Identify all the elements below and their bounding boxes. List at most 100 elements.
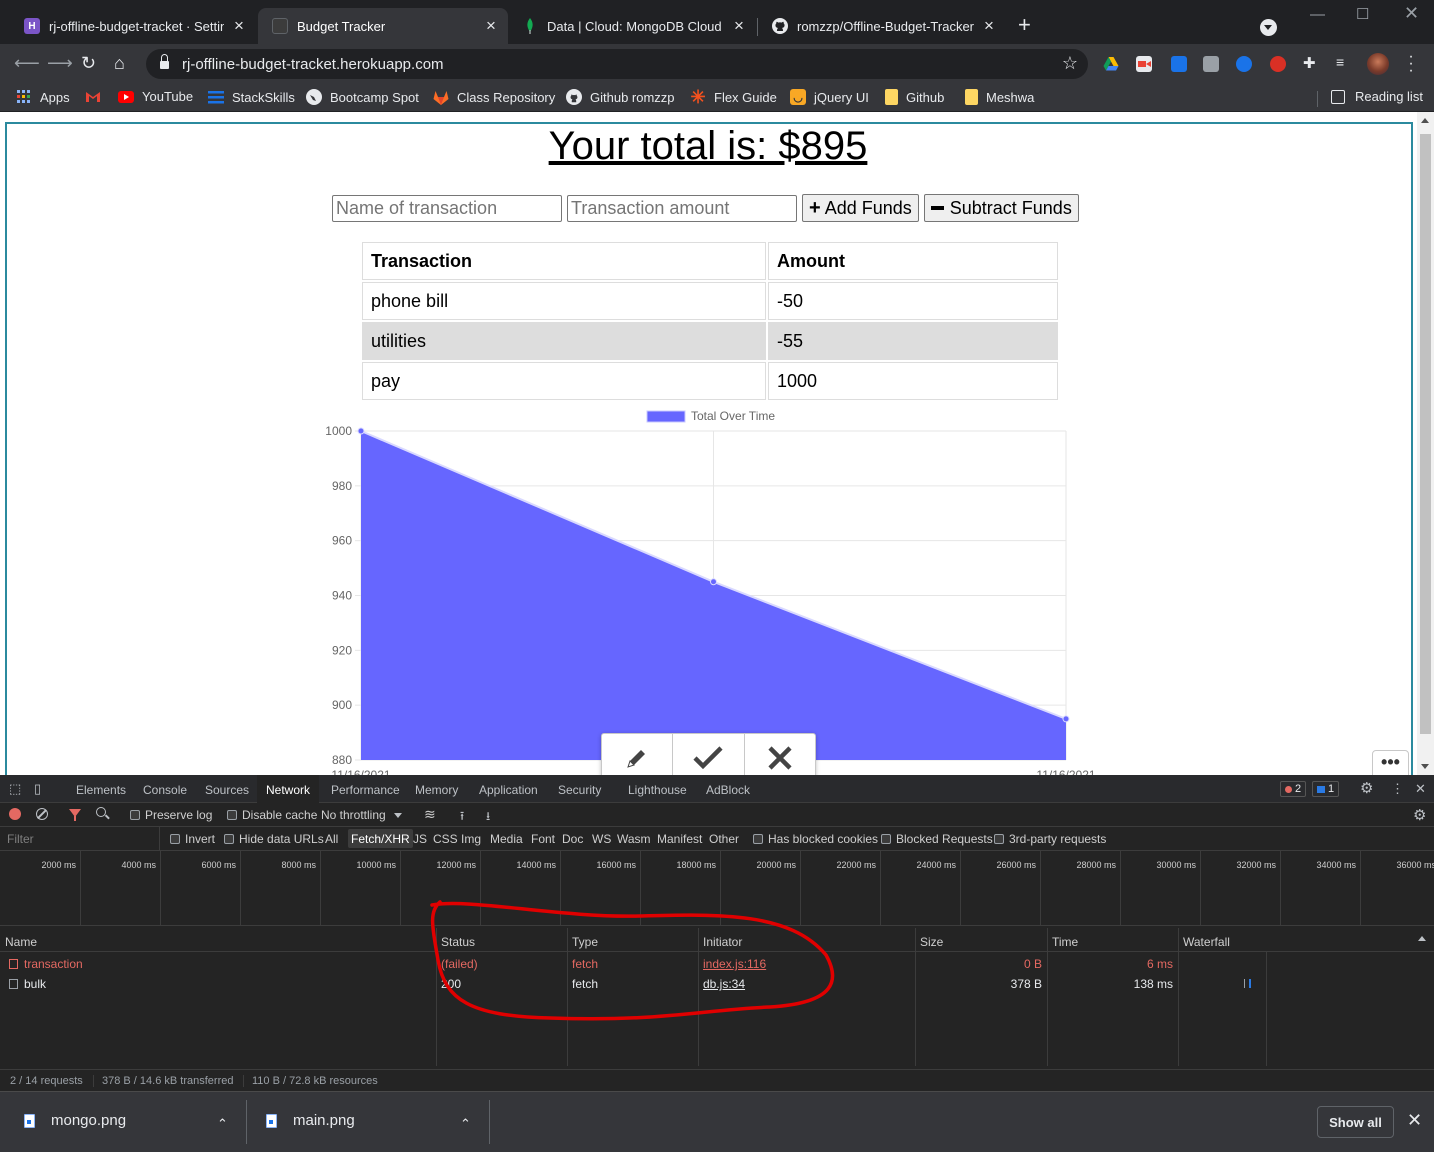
bookmark-github-romzzp[interactable]: Github romzzp	[566, 89, 675, 105]
import-har-upload-icon[interactable]: ⭱	[460, 807, 464, 828]
filter-funnel-icon[interactable]	[69, 809, 81, 821]
devtools-tab-performance[interactable]: Performance	[331, 783, 400, 797]
checkbox[interactable]	[227, 810, 237, 820]
close-download-shelf-icon[interactable]: ✕	[1407, 1110, 1422, 1131]
disable-cache-checkbox[interactable]: Disable cache	[227, 808, 317, 822]
devtools-tab-adblock[interactable]: AdBlock	[706, 783, 750, 797]
column-header-name[interactable]: Name	[5, 935, 37, 949]
close-tab-icon[interactable]: ×	[482, 16, 500, 36]
invert-checkbox[interactable]: Invert	[170, 832, 215, 846]
filter-type-media[interactable]: Media	[490, 832, 523, 846]
third-party-requests-checkbox[interactable]: 3rd-party requests	[994, 832, 1106, 846]
media-playlist-icon[interactable]: ≡	[1336, 54, 1352, 70]
request-initiator-link[interactable]: db.js:34	[703, 977, 745, 991]
hide-data-urls-checkbox[interactable]: Hide data URLs	[224, 832, 324, 846]
tab-heroku-settings[interactable]: H rj-offline-budget-tracket · Settings ×	[10, 8, 256, 44]
filter-type-wasm[interactable]: Wasm	[617, 832, 651, 846]
filter-type-js[interactable]: JS	[413, 832, 427, 846]
profile-avatar[interactable]	[1367, 53, 1389, 75]
bookmark-bootcamp-spot[interactable]: Bootcamp Spot	[306, 89, 419, 105]
message-count-badge[interactable]: 1	[1312, 781, 1340, 797]
checkbox[interactable]	[753, 834, 763, 844]
screen-recorder-icon[interactable]	[1136, 56, 1152, 72]
filter-type-other[interactable]: Other	[709, 832, 739, 846]
page-scrollbar[interactable]	[1417, 112, 1434, 775]
maximize-window-icon[interactable]: ☐	[1356, 5, 1369, 23]
filter-input[interactable]: Filter	[0, 827, 160, 850]
network-conditions-wifi-icon[interactable]: ≋	[424, 806, 436, 823]
devtools-close-icon[interactable]: ✕	[1415, 781, 1426, 797]
chrome-menu-icon[interactable]: · · ·	[1406, 49, 1416, 79]
column-header-initiator[interactable]: Initiator	[703, 935, 742, 949]
download-item-mongo[interactable]: mongo.png	[24, 1112, 126, 1129]
column-header-time[interactable]: Time	[1052, 935, 1078, 949]
clear-log-icon[interactable]	[36, 808, 48, 820]
adblock-extension-icon[interactable]	[1270, 56, 1286, 72]
extensions-puzzle-icon[interactable]: ✚	[1303, 54, 1319, 72]
download-item-main[interactable]: main.png	[266, 1112, 355, 1129]
scrollbar-thumb[interactable]	[1420, 134, 1431, 734]
tab-search-icon[interactable]	[1260, 19, 1277, 36]
devtools-tab-lighthouse[interactable]: Lighthouse	[628, 783, 687, 797]
column-header-size[interactable]: Size	[920, 935, 943, 949]
address-bar[interactable]: rj-offline-budget-tracket.herokuapp.com …	[146, 49, 1088, 79]
export-har-download-icon[interactable]: ⭳	[486, 807, 490, 828]
devtools-tab-memory[interactable]: Memory	[415, 783, 458, 797]
preserve-log-checkbox[interactable]: Preserve log	[130, 808, 212, 822]
error-count-badge[interactable]: 2	[1280, 781, 1307, 797]
filter-type-doc[interactable]: Doc	[562, 832, 583, 846]
request-initiator-link[interactable]: index.js:116	[703, 957, 766, 971]
tab-mongodb[interactable]: Data | Cloud: MongoDB Cloud ×	[508, 8, 756, 44]
reader-extension-icon[interactable]	[1203, 56, 1219, 72]
bookmark-gmail[interactable]	[85, 89, 109, 105]
sort-ascending-icon[interactable]	[1418, 936, 1426, 941]
minimize-window-icon[interactable]: —	[1310, 6, 1325, 23]
bookmark-class-repository[interactable]: Class Repository	[433, 89, 555, 105]
record-icon[interactable]	[9, 808, 21, 820]
devtools-tab-network[interactable]: Network	[257, 775, 320, 803]
close-tab-icon[interactable]: ×	[730, 16, 748, 36]
chevron-up-icon[interactable]: ⌃	[460, 1116, 471, 1132]
close-window-icon[interactable]: ✕	[1404, 3, 1419, 24]
confirm-button[interactable]	[673, 734, 745, 775]
home-icon[interactable]: ⌂	[114, 53, 125, 73]
search-icon[interactable]	[96, 807, 106, 817]
pdf-extension-icon[interactable]	[1236, 56, 1252, 72]
checkbox[interactable]	[130, 810, 140, 820]
column-header-type[interactable]: Type	[572, 935, 598, 949]
bookmark-stackskills[interactable]: StackSkills	[208, 89, 295, 105]
device-toolbar-icon[interactable]: ▯	[34, 781, 41, 797]
checkbox[interactable]	[994, 834, 1004, 844]
devtools-tab-security[interactable]: Security	[558, 783, 601, 797]
checkbox[interactable]	[170, 834, 180, 844]
checkbox[interactable]	[224, 834, 234, 844]
request-name[interactable]: transaction	[9, 957, 83, 971]
close-tab-icon[interactable]: ×	[230, 16, 248, 36]
request-name[interactable]: bulk	[9, 977, 46, 991]
devtools-tab-console[interactable]: Console	[143, 783, 187, 797]
network-timeline-overview[interactable]: 2000 ms 4000 ms 6000 ms 8000 ms 10000 ms 1200…	[0, 851, 1434, 926]
transaction-amount-input[interactable]	[567, 194, 797, 222]
chevron-up-icon[interactable]: ⌃	[217, 1116, 228, 1132]
inspect-element-icon[interactable]: ⬚	[9, 781, 21, 797]
reload-icon[interactable]: ↻	[81, 53, 96, 73]
devtools-more-icon[interactable]: ⋮	[1391, 781, 1404, 797]
back-arrow-icon[interactable]: ⟵	[14, 53, 40, 73]
filter-type-all[interactable]: All	[325, 832, 338, 846]
cancel-button[interactable]	[745, 734, 815, 775]
reading-list-button[interactable]: Reading list	[1331, 89, 1423, 104]
screencast-extension-icon[interactable]	[1171, 56, 1187, 72]
column-header-status[interactable]: Status	[441, 935, 475, 949]
lock-icon[interactable]	[160, 54, 169, 69]
bookmark-star-icon[interactable]: ☆	[1062, 53, 1078, 74]
filter-type-fetch-xhr[interactable]: Fetch/XHR	[348, 829, 413, 848]
bookmark-apps[interactable]: Apps	[16, 89, 70, 105]
add-funds-button[interactable]: + Add Funds	[802, 194, 919, 222]
filter-type-manifest[interactable]: Manifest	[657, 832, 702, 846]
devtools-tab-sources[interactable]: Sources	[205, 783, 249, 797]
filter-type-font[interactable]: Font	[531, 832, 555, 846]
transaction-name-input[interactable]	[332, 194, 562, 222]
request-row-transaction[interactable]: transaction (failed) fetch index.js:116 …	[0, 954, 1434, 974]
tab-github-repo[interactable]: romzzp/Offline-Budget-Tracker ×	[758, 8, 1006, 44]
checkbox[interactable]	[881, 834, 891, 844]
